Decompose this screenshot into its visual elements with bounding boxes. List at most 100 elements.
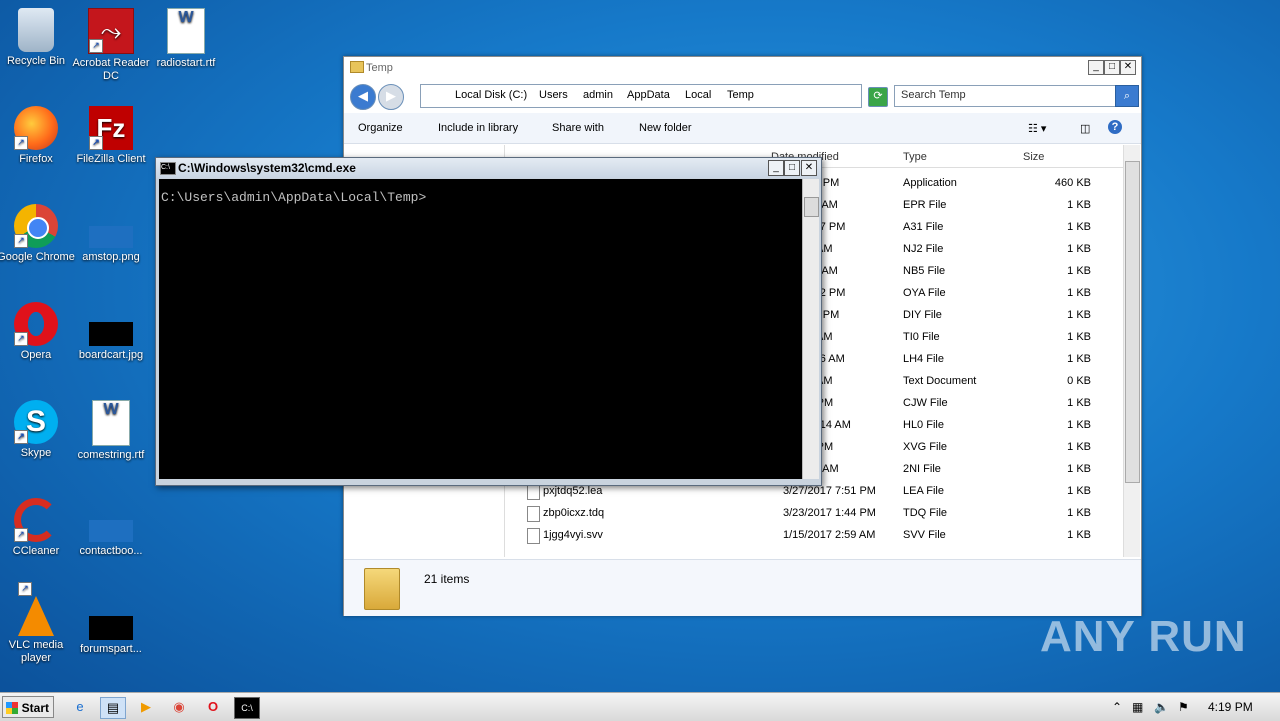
console-output[interactable]: C:\Users\admin\AppData\Local\Temp> (159, 179, 802, 479)
breadcrumb-local-disk[interactable]: Local Disk (C:) (455, 89, 527, 101)
close-button[interactable]: ✕ (801, 160, 817, 176)
media-player-icon[interactable]: ▶ (134, 697, 158, 717)
desktop-icon-opera[interactable]: ↗ Opera (0, 302, 75, 362)
file-type: TDQ File (903, 507, 947, 519)
column-type[interactable]: Type (903, 151, 927, 163)
breadcrumb-temp[interactable]: Temp (727, 89, 754, 101)
action-center-icon[interactable]: ⚑ (1178, 700, 1189, 714)
ie-icon[interactable]: e (68, 697, 92, 717)
close-button[interactable]: ✕ (1120, 60, 1136, 75)
start-button[interactable]: Start (2, 696, 54, 718)
new-folder-button[interactable]: New folder (639, 122, 692, 134)
search-placeholder: Search Temp (901, 89, 966, 101)
preview-pane-icon[interactable]: ◫ (1080, 122, 1090, 135)
show-hidden-icons[interactable]: ⌃ (1112, 700, 1122, 714)
file-date: 1/15/2017 2:59 AM (783, 529, 876, 541)
explorer-titlebar[interactable]: Temp _ □ ✕ (344, 57, 1141, 79)
maximize-button[interactable]: □ (1104, 60, 1120, 75)
desktop-icon-skype[interactable]: S ↗ Skype (0, 400, 75, 460)
desktop-icon-label: Skype (20, 447, 52, 459)
desktop-icon-comestring[interactable]: W comestring.rtf (72, 400, 150, 462)
cmd-taskbar-icon[interactable]: C:\ (234, 697, 260, 719)
desktop-icon-firefox[interactable]: ↗ Firefox (0, 106, 75, 166)
network-icon[interactable]: ▦ (1132, 700, 1143, 714)
desktop-icon-forumspart[interactable]: forumspart... (72, 596, 150, 656)
file-size: 460 KB (1054, 177, 1091, 189)
image-file-icon (89, 226, 133, 248)
desktop-icon-chrome[interactable]: ↗ Google Chrome (0, 204, 75, 264)
file-list-scrollbar[interactable] (1123, 145, 1140, 557)
ccleaner-icon: ↗ (14, 498, 58, 542)
search-icon[interactable]: ⌕ (1115, 85, 1139, 107)
file-size: 1 KB (1067, 441, 1091, 453)
scrollbar-thumb[interactable] (1125, 161, 1140, 483)
desktop-icon-boardcart[interactable]: boardcart.jpg (72, 302, 150, 362)
share-with-menu[interactable]: Share with (552, 122, 604, 134)
file-size: 0 KB (1067, 375, 1091, 387)
maximize-button[interactable]: □ (784, 160, 800, 176)
file-type: HL0 File (903, 419, 944, 431)
folder-icon (350, 61, 364, 73)
console-scrollbar[interactable] (802, 179, 819, 479)
desktop-icon-filezilla[interactable]: Fz ↗ FileZilla Client (72, 106, 150, 166)
file-type: 2NI File (903, 463, 941, 475)
file-size: 1 KB (1067, 265, 1091, 277)
details-pane: 21 items (344, 559, 1141, 616)
address-bar[interactable]: Local Disk (C:) Users admin AppData Loca… (420, 84, 862, 108)
minimize-button[interactable]: _ (1088, 60, 1104, 75)
desktop-icon-acrobat[interactable]: ⤳ ↗ Acrobat Reader DC (72, 8, 150, 83)
breadcrumb-local[interactable]: Local (685, 89, 711, 101)
file-type: Application (903, 177, 957, 189)
desktop-icon-recycle-bin[interactable]: Recycle Bin (0, 8, 75, 68)
file-type: DIY File (903, 309, 942, 321)
help-icon[interactable]: ? (1108, 120, 1122, 134)
image-file-icon (89, 616, 133, 640)
refresh-button[interactable]: ⟳ (868, 87, 888, 107)
chrome-icon[interactable]: ◉ (167, 697, 191, 717)
include-in-library-menu[interactable]: Include in library (438, 122, 518, 134)
vlc-icon: ↗ (18, 582, 54, 636)
cmd-title: C:\Windows\system32\cmd.exe (178, 161, 356, 175)
file-row[interactable]: 1jgg4vyi.svv 1/15/2017 2:59 AM SVV File 1 K… (507, 525, 1125, 547)
word-doc-icon: W (92, 400, 130, 446)
explorer-icon[interactable]: ▤ (100, 697, 126, 719)
desktop-icon-radiostart[interactable]: W radiostart.rtf (147, 8, 225, 70)
file-type: OYA File (903, 287, 946, 299)
breadcrumb-appdata[interactable]: AppData (627, 89, 670, 101)
volume-icon[interactable]: 🔈 (1154, 700, 1169, 714)
breadcrumb-admin[interactable]: admin (583, 89, 613, 101)
windows-logo-icon (6, 702, 18, 714)
recycle-bin-icon (18, 8, 54, 52)
desktop-icon-label: VLC media player (8, 639, 64, 664)
desktop-icon-contactbook[interactable]: contactboo... (72, 498, 150, 558)
organize-menu[interactable]: Organize (358, 122, 403, 134)
view-options-icon[interactable]: ☷ ▾ (1028, 122, 1046, 135)
file-type: NB5 File (903, 265, 946, 277)
breadcrumb-users[interactable]: Users (539, 89, 568, 101)
desktop-icon-label: radiostart.rtf (156, 57, 216, 69)
file-size: 1 KB (1067, 287, 1091, 299)
file-size: 1 KB (1067, 397, 1091, 409)
desktop-icon-vlc[interactable]: ↗ VLC media player (0, 582, 75, 665)
back-button[interactable]: ◀ (350, 84, 376, 110)
search-field[interactable]: Search Temp ⌕ (894, 85, 1139, 107)
cmd-titlebar[interactable]: C:\ C:\Windows\system32\cmd.exe _ □ ✕ (156, 158, 821, 178)
desktop-icon-amstop[interactable]: amstop.png (72, 204, 150, 264)
file-size: 1 KB (1067, 199, 1091, 211)
file-type: XVG File (903, 441, 948, 453)
opera-icon[interactable]: O (201, 697, 225, 717)
command-bar: Organize Include in library Share with N… (344, 113, 1141, 144)
file-row[interactable]: zbp0icxz.tdq 3/23/2017 1:44 PM TDQ File 1 K… (507, 503, 1125, 525)
column-size[interactable]: Size (1023, 151, 1044, 163)
clock[interactable]: 4:19 PM (1208, 700, 1253, 714)
item-count: 21 items (424, 572, 470, 586)
cmd-window[interactable]: C:\ C:\Windows\system32\cmd.exe _ □ ✕ C:… (155, 157, 822, 486)
minimize-button[interactable]: _ (768, 160, 784, 176)
scrollbar-thumb[interactable] (804, 197, 819, 217)
explorer-title: Temp (366, 62, 393, 74)
file-icon (89, 520, 133, 542)
forward-button[interactable]: ▶ (378, 84, 404, 110)
file-type: TI0 File (903, 331, 940, 343)
file-type: CJW File (903, 397, 948, 409)
desktop-icon-ccleaner[interactable]: ↗ CCleaner (0, 498, 75, 558)
